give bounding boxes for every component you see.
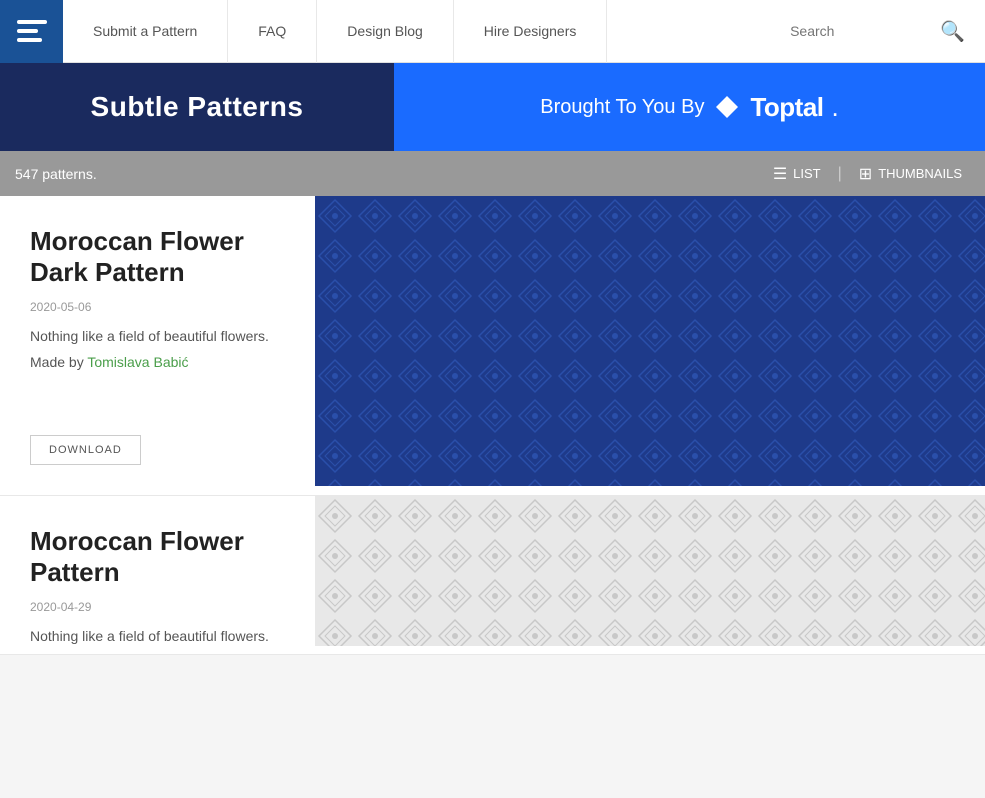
thumbnails-label: THUMBNAILS — [878, 166, 962, 181]
banner-left: Subtle Patterns — [0, 63, 394, 151]
nav-links: Submit a Pattern FAQ Design Blog Hire De… — [63, 0, 770, 63]
thumbnails-icon: ⊞ — [859, 164, 872, 184]
pattern-description: Nothing like a field of beautiful flower… — [30, 328, 285, 344]
pattern-count: 547 patterns. — [15, 166, 765, 182]
banner: Subtle Patterns Brought To You By Toptal… — [0, 63, 985, 151]
pattern-title: Moroccan Flower Pattern — [30, 526, 285, 588]
pattern-made-by: Made by Tomislava Babić — [30, 354, 285, 370]
toptal-dot: . — [832, 92, 839, 123]
pattern-date: 2020-05-06 — [30, 300, 285, 314]
made-by-label: Made by — [30, 354, 84, 370]
search-area: 🔍 — [770, 19, 985, 44]
banner-right: Brought To You By Toptal. — [394, 63, 985, 151]
toptal-logo[interactable]: Toptal. — [716, 92, 838, 123]
list-label: LIST — [793, 166, 820, 181]
toptal-diamond-icon — [716, 96, 738, 118]
nav-submit-pattern[interactable]: Submit a Pattern — [63, 0, 228, 63]
pattern-preview-svg — [315, 196, 985, 486]
nav-faq[interactable]: FAQ — [228, 0, 317, 63]
pattern-preview — [315, 496, 985, 654]
logo-icon — [17, 20, 47, 42]
content: Moroccan Flower Dark Pattern 2020-05-06 … — [0, 196, 985, 655]
view-toggles: ☰ LIST | ⊞ THUMBNAILS — [765, 160, 970, 188]
navbar: Submit a Pattern FAQ Design Blog Hire De… — [0, 0, 985, 63]
search-icon[interactable]: 🔍 — [940, 19, 965, 44]
brought-by-text: Brought To You By — [540, 96, 704, 119]
list-icon: ☰ — [773, 164, 787, 184]
pattern-description: Nothing like a field of beautiful flower… — [30, 628, 285, 644]
pattern-title: Moroccan Flower Dark Pattern — [30, 226, 285, 288]
list-view-btn[interactable]: ☰ LIST — [765, 160, 829, 188]
search-input[interactable] — [790, 23, 930, 39]
pattern-info: Moroccan Flower Pattern 2020-04-29 Nothi… — [0, 496, 315, 654]
thumbnails-view-btn[interactable]: ⊞ THUMBNAILS — [851, 160, 970, 188]
view-separator: | — [838, 165, 842, 183]
nav-hire-designers[interactable]: Hire Designers — [454, 0, 608, 63]
pattern-date: 2020-04-29 — [30, 600, 285, 614]
download-button[interactable]: DOWNLOAD — [30, 435, 141, 465]
pattern-row: Moroccan Flower Pattern 2020-04-29 Nothi… — [0, 496, 985, 655]
nav-design-blog[interactable]: Design Blog — [317, 0, 454, 63]
pattern-info: Moroccan Flower Dark Pattern 2020-05-06 … — [0, 196, 315, 495]
pattern-preview — [315, 196, 985, 495]
count-bar: 547 patterns. ☰ LIST | ⊞ THUMBNAILS — [0, 151, 985, 196]
pattern-row: Moroccan Flower Dark Pattern 2020-05-06 … — [0, 196, 985, 496]
banner-title: Subtle Patterns — [91, 91, 304, 123]
pattern-author-link[interactable]: Tomislava Babić — [87, 354, 188, 370]
toptal-name: Toptal — [750, 92, 823, 123]
pattern-preview-light-svg — [315, 496, 985, 646]
logo[interactable] — [0, 0, 63, 63]
